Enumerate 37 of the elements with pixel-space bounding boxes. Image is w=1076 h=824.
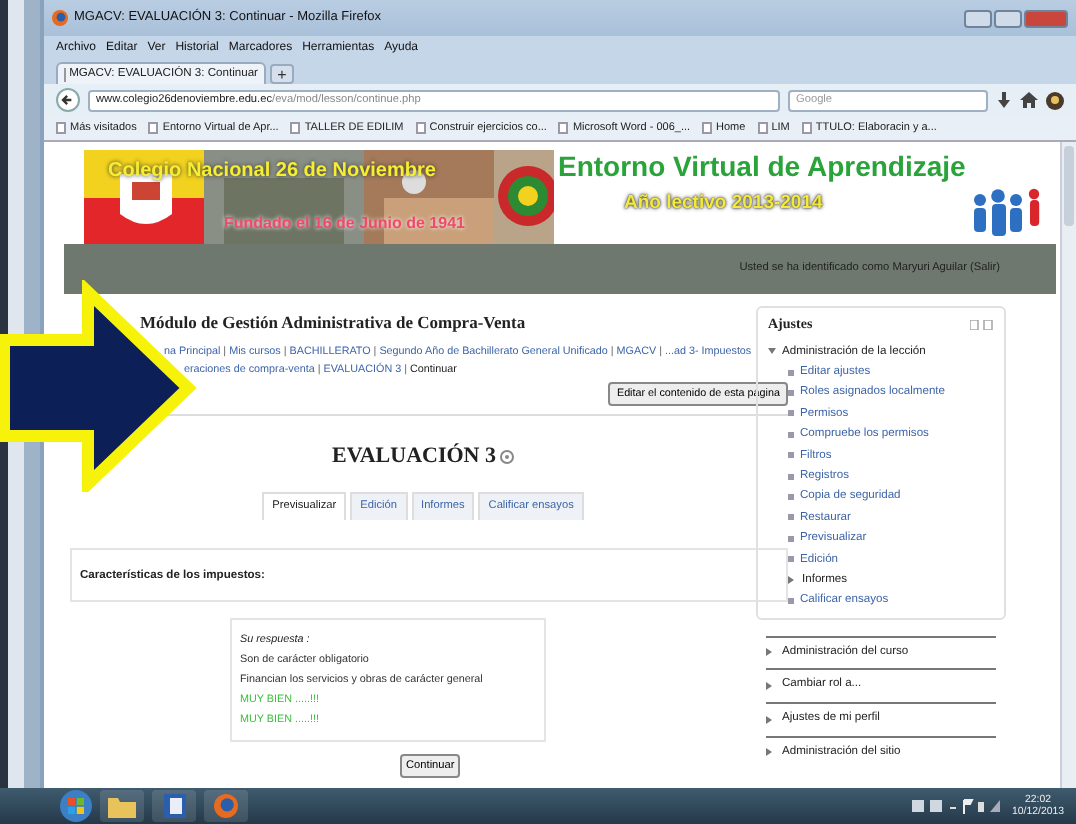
new-tab-button[interactable]: + xyxy=(270,64,294,84)
minimize-button[interactable] xyxy=(964,9,992,27)
close-button[interactable] xyxy=(1024,9,1068,27)
collapsed-icon[interactable] xyxy=(766,715,774,723)
back-icon[interactable] xyxy=(56,88,80,112)
collapsed-icon[interactable] xyxy=(766,648,774,657)
bullet-icon xyxy=(788,390,794,397)
bullet-icon xyxy=(788,452,794,459)
bullet-icon xyxy=(788,514,794,521)
collapsed-icon[interactable] xyxy=(788,576,796,585)
collapsed-icon[interactable] xyxy=(766,681,774,690)
firefox-icon xyxy=(52,10,68,26)
bullet-icon xyxy=(788,598,794,605)
maximize-button[interactable] xyxy=(994,9,1022,27)
bullet-icon xyxy=(788,410,794,417)
folder-icon[interactable] xyxy=(100,790,144,822)
school-year: Año lectivo 2013-2014 xyxy=(624,190,823,218)
help-icon[interactable] xyxy=(500,449,514,463)
scrollbar[interactable] xyxy=(1060,142,1076,788)
home-icon[interactable] xyxy=(1020,92,1038,108)
bullet-icon xyxy=(788,473,794,480)
bullet-icon xyxy=(788,369,794,376)
bullet-icon xyxy=(788,431,794,438)
document-icon[interactable] xyxy=(152,790,196,822)
banner-subtitle: Fundado el 16 de Junio de 1941 xyxy=(224,212,465,236)
bullet-icon xyxy=(788,494,794,501)
bullet-icon xyxy=(788,535,794,542)
download-icon[interactable] xyxy=(996,91,1012,109)
course-heading: Módulo de Gestión Administrativa de Compra-Venta xyxy=(140,310,528,336)
start-button[interactable] xyxy=(60,790,92,822)
tray-icons[interactable] xyxy=(912,798,1001,814)
site-title: Entorno Virtual de Aprendizaje xyxy=(558,150,966,184)
lesson-title: EVALUACIÓN 3 xyxy=(331,441,496,472)
collapsed-icon[interactable] xyxy=(766,748,774,757)
profile-icon[interactable] xyxy=(1046,91,1064,109)
bullet-icon xyxy=(788,556,794,563)
expanded-icon[interactable] xyxy=(768,347,776,356)
